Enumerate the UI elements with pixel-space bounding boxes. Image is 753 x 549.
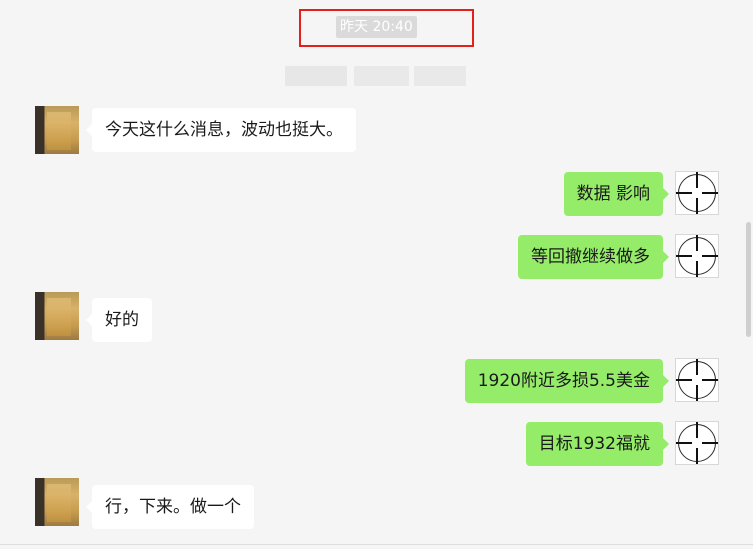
timestamp-label: 昨天 20:40: [336, 16, 417, 38]
crosshair-avatar-icon[interactable]: [675, 234, 719, 278]
crosshair-avatar-icon[interactable]: [675, 358, 719, 402]
blurred-system-notice: [414, 66, 466, 86]
message-bubble-incoming[interactable]: 好的: [86, 298, 152, 342]
message-bubble-outgoing[interactable]: 1920附近多损5.5美金: [464, 359, 670, 403]
message-bubble-incoming[interactable]: 今天这什么消息，波动也挺大。: [86, 108, 356, 152]
message-bubble-incoming[interactable]: 行，下来。做一个: [86, 485, 254, 529]
scrollbar-thumb[interactable]: [746, 222, 751, 337]
chat-message-area: 昨天 20:40 今天这什么消息，波动也挺大。 数据 影响 等回撤继续做多 好的…: [0, 0, 753, 549]
contact-avatar[interactable]: [35, 106, 79, 154]
contact-avatar[interactable]: [35, 478, 79, 526]
message-bubble-outgoing[interactable]: 目标1932福就: [525, 422, 670, 466]
chat-scrollbar[interactable]: [743, 0, 753, 549]
crosshair-avatar-icon[interactable]: [675, 421, 719, 465]
contact-avatar[interactable]: [35, 292, 79, 340]
divider: [0, 544, 753, 545]
message-bubble-outgoing[interactable]: 数据 影响: [563, 172, 670, 216]
crosshair-avatar-icon[interactable]: [675, 171, 719, 215]
blurred-system-notice: [354, 66, 409, 86]
blurred-system-notice: [285, 66, 347, 86]
message-bubble-outgoing[interactable]: 等回撤继续做多: [518, 235, 669, 279]
